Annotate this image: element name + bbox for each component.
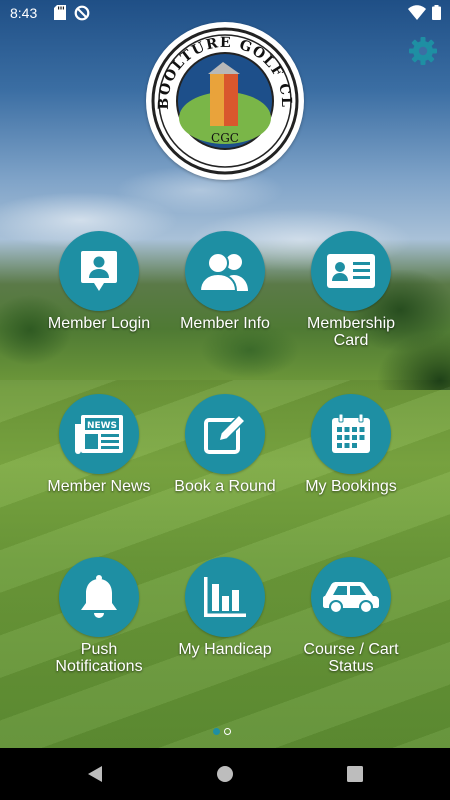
membership-card-tile[interactable]: Membership Card <box>288 231 414 349</box>
status-time: 8:43 <box>10 5 38 21</box>
club-logo-emblem: CABOOLTURE GOLF CLUB CGC <box>139 10 299 175</box>
news-icon: NEWS <box>75 415 123 454</box>
data-saver-icon <box>74 5 90 21</box>
member-info-button[interactable] <box>185 231 265 311</box>
member-news-button[interactable]: NEWS <box>59 394 139 474</box>
page-dot-1[interactable] <box>213 728 220 735</box>
book-round-button[interactable] <box>185 394 265 474</box>
course-cart-status-button[interactable] <box>311 557 391 637</box>
page-dot-2[interactable] <box>224 728 231 735</box>
settings-gear-icon[interactable] <box>408 36 438 66</box>
logo-initials: CGC <box>211 131 239 145</box>
membership-card-button[interactable] <box>311 231 391 311</box>
my-bookings-tile[interactable]: My Bookings <box>288 394 414 495</box>
member-info-tile[interactable]: Member Info <box>162 231 288 332</box>
member-login-label: Member Login <box>47 315 151 332</box>
member-login-tile[interactable]: Member Login <box>36 231 162 332</box>
my-handicap-button[interactable] <box>185 557 265 637</box>
push-notifications-button[interactable] <box>59 557 139 637</box>
status-bar: 8:43 <box>0 0 450 26</box>
membership-card-label: Membership Card <box>306 315 396 349</box>
bar-chart-icon <box>204 577 246 617</box>
book-round-label: Book a Round <box>174 478 276 495</box>
member-news-tile[interactable]: NEWS Member News <box>36 394 162 495</box>
my-bookings-label: My Bookings <box>305 478 397 495</box>
push-notifications-label: Push Notifications <box>55 641 143 675</box>
battery-icon <box>432 5 441 20</box>
push-notifications-tile[interactable]: Push Notifications <box>36 557 162 675</box>
page-indicator <box>213 728 231 735</box>
news-icon-text: NEWS <box>87 421 117 431</box>
home-icon[interactable] <box>216 764 234 784</box>
membership-card-icon <box>327 254 375 288</box>
member-news-label: Member News <box>47 478 151 495</box>
course-cart-status-label: Course / Cart Status <box>303 641 399 675</box>
sd-card-icon <box>54 5 66 20</box>
wifi-icon <box>408 5 426 20</box>
back-icon[interactable] <box>86 764 104 784</box>
my-handicap-tile[interactable]: My Handicap <box>162 557 288 658</box>
car-icon <box>323 582 379 614</box>
edit-icon <box>204 413 247 454</box>
club-logo: CABOOLTURE GOLF CLUB CGC <box>139 10 304 180</box>
member-login-button[interactable] <box>59 231 139 311</box>
member-login-icon <box>81 251 117 291</box>
book-round-tile[interactable]: Book a Round <box>162 394 288 495</box>
bell-icon <box>81 575 117 618</box>
system-nav-bar <box>0 748 450 800</box>
course-cart-status-tile[interactable]: Course / Cart Status <box>288 557 414 675</box>
member-info-label: Member Info <box>180 315 270 332</box>
my-handicap-label: My Handicap <box>178 641 272 658</box>
member-info-icon <box>198 252 248 291</box>
my-bookings-button[interactable] <box>311 394 391 474</box>
recents-icon[interactable] <box>346 764 364 784</box>
calendar-icon <box>332 413 370 453</box>
